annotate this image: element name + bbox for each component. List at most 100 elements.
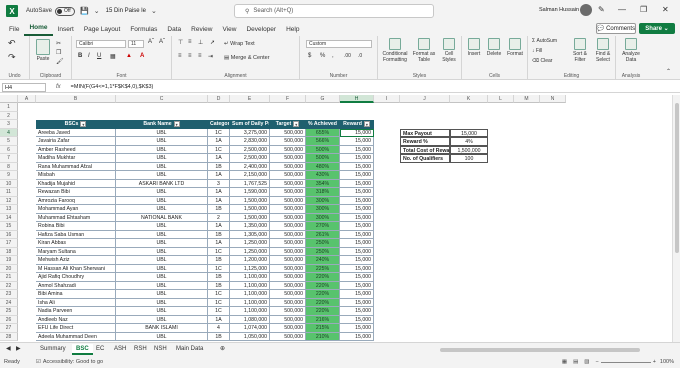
decrease-font-icon[interactable]: Aˇ: [159, 39, 165, 45]
menu-data[interactable]: Data: [162, 22, 186, 36]
table-cell[interactable]: 1,250,000: [230, 247, 270, 256]
table-cell[interactable]: 1,350,000: [230, 222, 270, 231]
table-cell[interactable]: 1C: [208, 264, 230, 273]
normal-view-icon[interactable]: ▦: [562, 359, 567, 365]
row-header[interactable]: 8: [0, 162, 18, 171]
table-cell[interactable]: 500,000: [270, 196, 306, 205]
fill-color-icon[interactable]: ▲: [126, 53, 132, 59]
filter-dropdown-icon[interactable]: ▾: [293, 120, 300, 127]
table-cell[interactable]: UBL: [116, 332, 208, 341]
table-cell[interactable]: 2: [208, 213, 230, 222]
table-cell[interactable]: 500,000: [270, 307, 306, 316]
table-cell[interactable]: 15,000: [340, 188, 374, 197]
fill-button[interactable]: ↓ Fill: [532, 48, 542, 54]
table-cell[interactable]: 1,100,000: [230, 290, 270, 299]
column-header-j[interactable]: J: [400, 95, 450, 103]
table-cell[interactable]: Mehwish Aziz: [36, 256, 116, 265]
table-cell[interactable]: 500,000: [270, 290, 306, 299]
table-cell[interactable]: BANK ISLAMI: [116, 324, 208, 333]
menu-page-layout[interactable]: Page Layout: [79, 22, 126, 36]
table-cell[interactable]: 500,000: [270, 188, 306, 197]
table-cell[interactable]: 1,305,000: [230, 230, 270, 239]
chevron-down-icon[interactable]: ⌄: [151, 7, 157, 15]
table-cell[interactable]: UBL: [116, 137, 208, 146]
menu-formulas[interactable]: Formulas: [125, 22, 162, 36]
table-cell[interactable]: Amber Rasheed: [36, 145, 116, 154]
cell-styles-button[interactable]: Cell Styles: [438, 38, 460, 63]
align-bottom-icon[interactable]: ⊥: [198, 39, 203, 46]
column-header-i[interactable]: I: [374, 95, 400, 103]
table-cell[interactable]: Rewazan Bibi: [36, 188, 116, 197]
zoom-level[interactable]: 100%: [660, 359, 674, 365]
number-format-select[interactable]: Custom: [306, 40, 372, 48]
accessibility-icon[interactable]: ☑: [36, 359, 41, 365]
table-cell[interactable]: Robina Bibi: [36, 222, 116, 231]
row-header[interactable]: 25: [0, 307, 18, 316]
paste-button[interactable]: Paste: [34, 39, 52, 62]
row-header[interactable]: 20: [0, 264, 18, 273]
menu-view[interactable]: View: [217, 22, 241, 36]
table-cell[interactable]: 2,400,000: [230, 162, 270, 171]
table-cell[interactable]: 1B: [208, 332, 230, 341]
row-header[interactable]: 26: [0, 315, 18, 324]
row-header[interactable]: 18: [0, 247, 18, 256]
table-header-cell[interactable]: Sum of Daily Premium▾: [230, 120, 270, 129]
vertical-scrollbar[interactable]: [672, 95, 680, 342]
table-cell[interactable]: Madiha Mukhtar: [36, 154, 116, 163]
table-cell[interactable]: 1A: [208, 171, 230, 180]
table-cell[interactable]: 15,000: [340, 247, 374, 256]
table-header-cell[interactable]: Bank Name ▾: [116, 120, 208, 129]
table-cell[interactable]: M Hassan Ali Khan Sherwani: [36, 264, 116, 273]
row-header[interactable]: 24: [0, 298, 18, 307]
font-name-select[interactable]: Calibri: [76, 40, 126, 48]
zoom-out-icon[interactable]: −: [595, 359, 598, 365]
align-right-icon[interactable]: ≡: [198, 53, 202, 59]
table-cell[interactable]: 15,000: [340, 273, 374, 282]
table-cell[interactable]: UBL: [116, 290, 208, 299]
accessibility-status[interactable]: Accessibility: Good to go: [43, 359, 103, 365]
table-cell[interactable]: 15,000: [340, 213, 374, 222]
find-select-button[interactable]: Find & Select: [592, 38, 614, 63]
save-icon[interactable]: 💾: [80, 7, 89, 15]
increase-font-icon[interactable]: Aˆ: [148, 39, 154, 45]
table-cell[interactable]: 225%: [306, 264, 340, 273]
row-header[interactable]: 21: [0, 273, 18, 282]
tab-ec[interactable]: EC: [92, 344, 108, 355]
clear-button[interactable]: ⌫ Clear: [532, 58, 552, 64]
formula-input[interactable]: =MIN(F(G4<=1,1*F$K$4,0),$K$3): [71, 84, 154, 90]
table-cell[interactable]: 15,000: [340, 264, 374, 273]
table-cell[interactable]: Javairia Zafar: [36, 137, 116, 146]
column-header-d[interactable]: D: [208, 95, 230, 103]
table-cell[interactable]: 1C: [208, 298, 230, 307]
table-cell[interactable]: 1A: [208, 196, 230, 205]
table-cell[interactable]: 500,000: [270, 162, 306, 171]
table-cell[interactable]: 1B: [208, 230, 230, 239]
column-header-h[interactable]: H: [340, 95, 374, 103]
add-sheet-icon[interactable]: ⊕: [216, 344, 229, 355]
tab-main-data[interactable]: Main Data: [172, 344, 207, 355]
horizontal-scroll-thumb[interactable]: [440, 348, 640, 352]
table-cell[interactable]: Amrozia Farooq: [36, 196, 116, 205]
quick-access-dropdown-icon[interactable]: ⌄: [94, 7, 100, 15]
summary-value[interactable]: 1,500,000: [450, 145, 488, 154]
table-cell[interactable]: 1C: [208, 128, 230, 137]
row-header[interactable]: 3: [0, 120, 18, 129]
table-cell[interactable]: 1,250,000: [230, 239, 270, 248]
table-cell[interactable]: UBL: [116, 239, 208, 248]
table-cell[interactable]: 15,000: [340, 332, 374, 341]
table-cell[interactable]: 1B: [208, 205, 230, 214]
table-cell[interactable]: Mohammad Ayan: [36, 205, 116, 214]
analyze-data-button[interactable]: Analyze Data: [618, 38, 644, 63]
table-cell[interactable]: 220%: [306, 273, 340, 282]
table-cell[interactable]: 1,100,000: [230, 307, 270, 316]
table-cell[interactable]: UBL: [116, 264, 208, 273]
copy-icon[interactable]: ❐: [56, 49, 61, 56]
tab-ash[interactable]: ASH: [110, 344, 130, 355]
row-header[interactable]: 19: [0, 256, 18, 265]
column-header-n[interactable]: N: [540, 95, 566, 103]
menu-home[interactable]: Home: [24, 22, 53, 36]
table-cell[interactable]: UBL: [116, 222, 208, 231]
row-header[interactable]: 7: [0, 154, 18, 163]
percent-icon[interactable]: %: [320, 53, 325, 59]
table-cell[interactable]: 500%: [306, 145, 340, 154]
